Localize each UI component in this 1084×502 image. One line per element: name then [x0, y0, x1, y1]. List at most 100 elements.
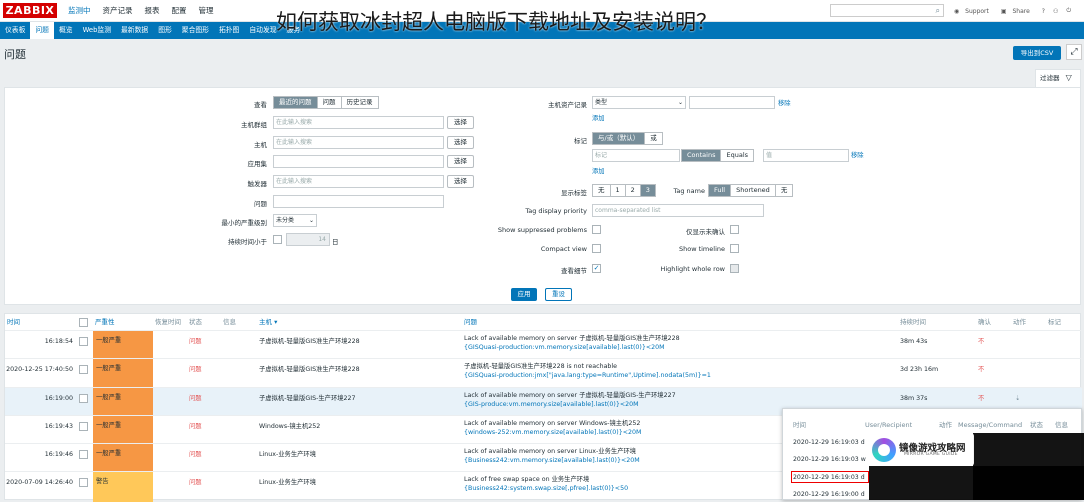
apply-button[interactable]: 应用	[511, 288, 537, 301]
inventory-add-link[interactable]: 添加	[592, 114, 605, 123]
search-icon[interactable]: ⌕	[936, 5, 940, 17]
host-name[interactable]: Windows-镜主机252	[259, 422, 320, 431]
problem-name[interactable]: 子虚拟机-轻量版GIS准生产环境228 is not reachable	[464, 362, 617, 371]
ack-link[interactable]: 不	[978, 394, 984, 403]
row-checkbox[interactable]	[79, 478, 88, 487]
submenu-screens[interactable]: 聚合图形	[177, 22, 214, 39]
row-checkbox[interactable]	[79, 365, 88, 374]
application-select-button[interactable]: 选择	[447, 155, 474, 168]
ack-link[interactable]: 不	[978, 365, 984, 374]
show-tags-3[interactable]: 3	[640, 185, 655, 196]
menu-inventory[interactable]: 资产记录	[97, 0, 139, 22]
problem-name[interactable]: Lack of available memory on server 子虚拟机-…	[464, 391, 676, 400]
inventory-remove-link[interactable]: 移除	[778, 99, 791, 108]
problem-name[interactable]: Lack of available memory on server Linux…	[464, 447, 636, 456]
application-input[interactable]	[273, 155, 444, 168]
problem-name[interactable]: Lack of available memory on server Windo…	[464, 419, 640, 428]
menu-reports[interactable]: 报表	[139, 0, 166, 22]
inventory-field-select[interactable]: 类型 ⌄	[592, 96, 686, 109]
tag-name-input[interactable]: 标记	[592, 149, 680, 162]
host-select-button[interactable]: 选择	[447, 136, 474, 149]
tag-name-shortened[interactable]: Shortened	[731, 185, 776, 196]
tag-priority-input[interactable]: comma-separated list	[592, 204, 764, 217]
hostgroup-select-button[interactable]: 选择	[447, 116, 474, 129]
inventory-value-input[interactable]	[689, 96, 775, 109]
submenu-latest-data[interactable]: 最新数据	[116, 22, 153, 39]
col-problem[interactable]: 问题	[464, 314, 477, 330]
menu-configuration[interactable]: 配置	[166, 0, 193, 22]
zabbix-logo[interactable]: ZABBIX	[3, 3, 57, 18]
user-icon[interactable]: ⚇	[1049, 8, 1062, 15]
submenu-web[interactable]: Web监测	[78, 22, 116, 39]
tag-name-full[interactable]: Full	[709, 185, 732, 196]
reset-button[interactable]: 重设	[545, 288, 572, 301]
submenu-overview[interactable]: 概览	[54, 22, 78, 39]
filter-tab[interactable]: 过滤器 ▽	[1035, 69, 1081, 87]
tag-add-link[interactable]: 添加	[592, 167, 605, 176]
problem-name[interactable]: Lack of free swap space on 业务生产环境	[464, 475, 589, 484]
support-link[interactable]: ◉ Support	[950, 8, 997, 15]
submenu-graphs[interactable]: 图形	[153, 22, 177, 39]
show-problems[interactable]: 问题	[317, 97, 342, 108]
row-checkbox[interactable]	[79, 394, 88, 403]
row-time[interactable]: 2020-12-25 17:40:50	[5, 365, 73, 374]
severity-select[interactable]: 未分类 ⌄	[273, 214, 317, 227]
show-tags-2[interactable]: 2	[625, 185, 641, 196]
ack-link[interactable]: 不	[978, 337, 984, 346]
submenu-dashboard[interactable]: 仪表板	[0, 22, 30, 39]
menu-administration[interactable]: 管理	[193, 0, 220, 22]
menu-monitoring[interactable]: 监测中	[62, 0, 97, 22]
hostgroup-input[interactable]: 在此输入搜索	[273, 116, 444, 129]
unack-checkbox[interactable]	[730, 225, 739, 234]
row-time[interactable]: 16:19:46	[5, 450, 73, 459]
show-tags-none[interactable]: 无	[593, 185, 611, 196]
host-name[interactable]: 子虚拟机-轻量版GIS-生产环境227	[259, 394, 356, 403]
share-link[interactable]: ▣ Share	[997, 8, 1038, 15]
col-host[interactable]: 主机 ▾	[259, 314, 277, 330]
tag-op-equals[interactable]: Equals	[721, 150, 754, 161]
host-input[interactable]: 在此输入搜索	[273, 136, 444, 149]
tag-remove-link[interactable]: 移除	[851, 151, 864, 160]
tags-and-or[interactable]: 与/或（默认）	[593, 133, 646, 144]
timeline-checkbox[interactable]	[730, 244, 739, 253]
submenu-maps[interactable]: 拓扑图	[214, 22, 244, 39]
actions-icon[interactable]: ⇣	[1015, 394, 1020, 403]
trigger-select-button[interactable]: 选择	[447, 175, 474, 188]
col-severity[interactable]: 严重性	[95, 314, 115, 330]
compact-checkbox[interactable]	[592, 244, 601, 253]
details-checkbox[interactable]: ✓	[592, 264, 601, 273]
tag-op-contains[interactable]: Contains	[682, 150, 722, 161]
row-checkbox[interactable]	[79, 450, 88, 459]
row-checkbox[interactable]	[79, 337, 88, 346]
age-input[interactable]: 14	[286, 233, 330, 246]
problem-input[interactable]	[273, 195, 444, 208]
help-icon[interactable]: ?	[1038, 8, 1049, 15]
fullscreen-icon[interactable]: ⤢	[1066, 44, 1082, 60]
logout-icon[interactable]: ⏻	[1062, 7, 1075, 15]
show-recent-problems[interactable]: 最近的问题	[274, 97, 318, 108]
tag-value-input[interactable]: 值	[763, 149, 849, 162]
host-name[interactable]: Linux-业务生产环境	[259, 478, 316, 487]
row-time[interactable]: 16:19:43	[5, 422, 73, 431]
row-time[interactable]: 2020-07-09 14:26:40	[5, 478, 73, 487]
host-name[interactable]: Linux-业务生产环境	[259, 450, 316, 459]
search-input[interactable]: ⌕	[830, 4, 944, 17]
tags-or[interactable]: 或	[645, 133, 662, 144]
host-name[interactable]: 子虚拟机-轻量版GIS准生产环境228	[259, 365, 360, 374]
tag-name-none[interactable]: 无	[775, 185, 793, 196]
export-csv-button[interactable]: 导出到CSV	[1013, 46, 1061, 60]
problem-name[interactable]: Lack of available memory on server 子虚拟机-…	[464, 334, 680, 343]
row-time[interactable]: 16:18:54	[5, 337, 73, 346]
host-name[interactable]: 子虚拟机-轻量版GIS准生产环境228	[259, 337, 360, 346]
row-checkbox[interactable]	[79, 422, 88, 431]
col-time[interactable]: 时间	[7, 314, 20, 330]
row-time[interactable]: 16:19:00	[5, 394, 73, 403]
submenu-problems[interactable]: 问题	[30, 22, 54, 39]
select-all-checkbox[interactable]	[79, 318, 88, 327]
age-checkbox[interactable]	[273, 235, 282, 244]
show-history[interactable]: 历史记录	[341, 97, 378, 108]
trigger-input[interactable]: 在此输入搜索	[273, 175, 444, 188]
show-tags-1[interactable]: 1	[610, 185, 626, 196]
highlight-checkbox[interactable]	[730, 264, 739, 273]
suppressed-checkbox[interactable]	[592, 225, 601, 234]
